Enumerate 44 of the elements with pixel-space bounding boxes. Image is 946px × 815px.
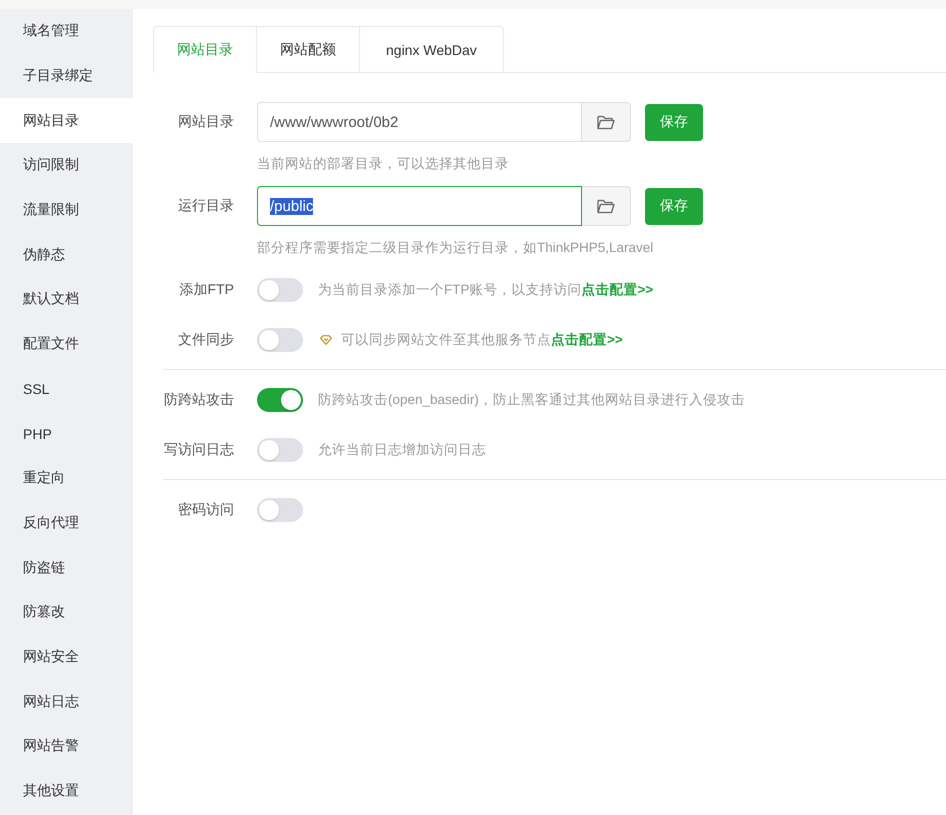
toggle-label: 写访问日志 bbox=[163, 441, 234, 459]
browse-button[interactable] bbox=[582, 102, 631, 142]
toggle-switch[interactable] bbox=[257, 278, 303, 302]
sidebar-item[interactable]: 其他设置 bbox=[0, 768, 133, 814]
tab[interactable]: nginx WebDav bbox=[360, 26, 504, 73]
sidebar-item[interactable]: 网站日志 bbox=[0, 679, 133, 724]
path-field[interactable]: /www/wwwroot/0b2 bbox=[257, 102, 582, 142]
sidebar-item[interactable]: PHP bbox=[0, 411, 133, 456]
sidebar-item[interactable]: 重定向 bbox=[0, 456, 133, 501]
path-field[interactable]: /public bbox=[257, 186, 582, 226]
sidebar-item[interactable]: SSL bbox=[0, 366, 133, 412]
toggle-label: 添加FTP bbox=[178, 281, 234, 299]
field-label: 运行目录 bbox=[177, 197, 234, 215]
toggle-label: 密码访问 bbox=[177, 501, 234, 519]
toggle-label: 文件同步 bbox=[177, 331, 234, 349]
sidebar-item[interactable]: 网站告警 bbox=[0, 724, 133, 769]
sidebar-item[interactable]: 网站安全 bbox=[0, 634, 133, 680]
toggle-switch[interactable] bbox=[257, 328, 303, 352]
sidebar-item[interactable]: 配置文件 bbox=[0, 322, 133, 366]
toggle-description: 防跨站攻击(open_basedir)，防止黑客通过其他网站目录进行入侵攻击 bbox=[318, 391, 745, 409]
folder-icon bbox=[597, 114, 615, 130]
sidebar-item[interactable]: 伪静态 bbox=[0, 232, 133, 278]
folder-icon bbox=[597, 198, 615, 214]
field-label: 网站目录 bbox=[177, 113, 234, 131]
toggle-description: 为当前目录添加一个FTP账号，以支持访问 bbox=[318, 281, 582, 299]
toggle-description: 允许当前日志增加访问日志 bbox=[318, 441, 486, 459]
toggle-label: 防跨站攻击 bbox=[163, 391, 234, 409]
toggle-switch[interactable] bbox=[257, 438, 303, 462]
field-hint: 当前网站的部署目录，可以选择其他目录 bbox=[257, 155, 510, 173]
tab[interactable]: 网站配额 bbox=[257, 26, 360, 73]
sidebar-item[interactable]: 子目录绑定 bbox=[0, 54, 133, 98]
sidebar-item[interactable]: 流量限制 bbox=[0, 188, 133, 232]
sidebar-item[interactable]: 域名管理 bbox=[0, 9, 133, 54]
toggle-switch[interactable] bbox=[257, 388, 303, 412]
toggle-switch[interactable] bbox=[257, 498, 303, 522]
sidebar-item[interactable]: 反向代理 bbox=[0, 500, 133, 546]
sidebar-item[interactable]: 访问限制 bbox=[0, 143, 133, 188]
sidebar-item[interactable]: 防盗链 bbox=[0, 545, 133, 590]
browse-button[interactable] bbox=[582, 186, 631, 226]
sidebar-item[interactable]: 默认文档 bbox=[0, 277, 133, 322]
toggle-description: 可以同步网站文件至其他服务节点 bbox=[341, 331, 551, 349]
sidebar-item[interactable]: 网站目录 bbox=[0, 98, 133, 144]
sidebar-item[interactable]: 防篡改 bbox=[0, 590, 133, 635]
field-hint: 部分程序需要指定二级目录作为运行目录，如ThinkPHP5,Laravel bbox=[257, 239, 654, 257]
